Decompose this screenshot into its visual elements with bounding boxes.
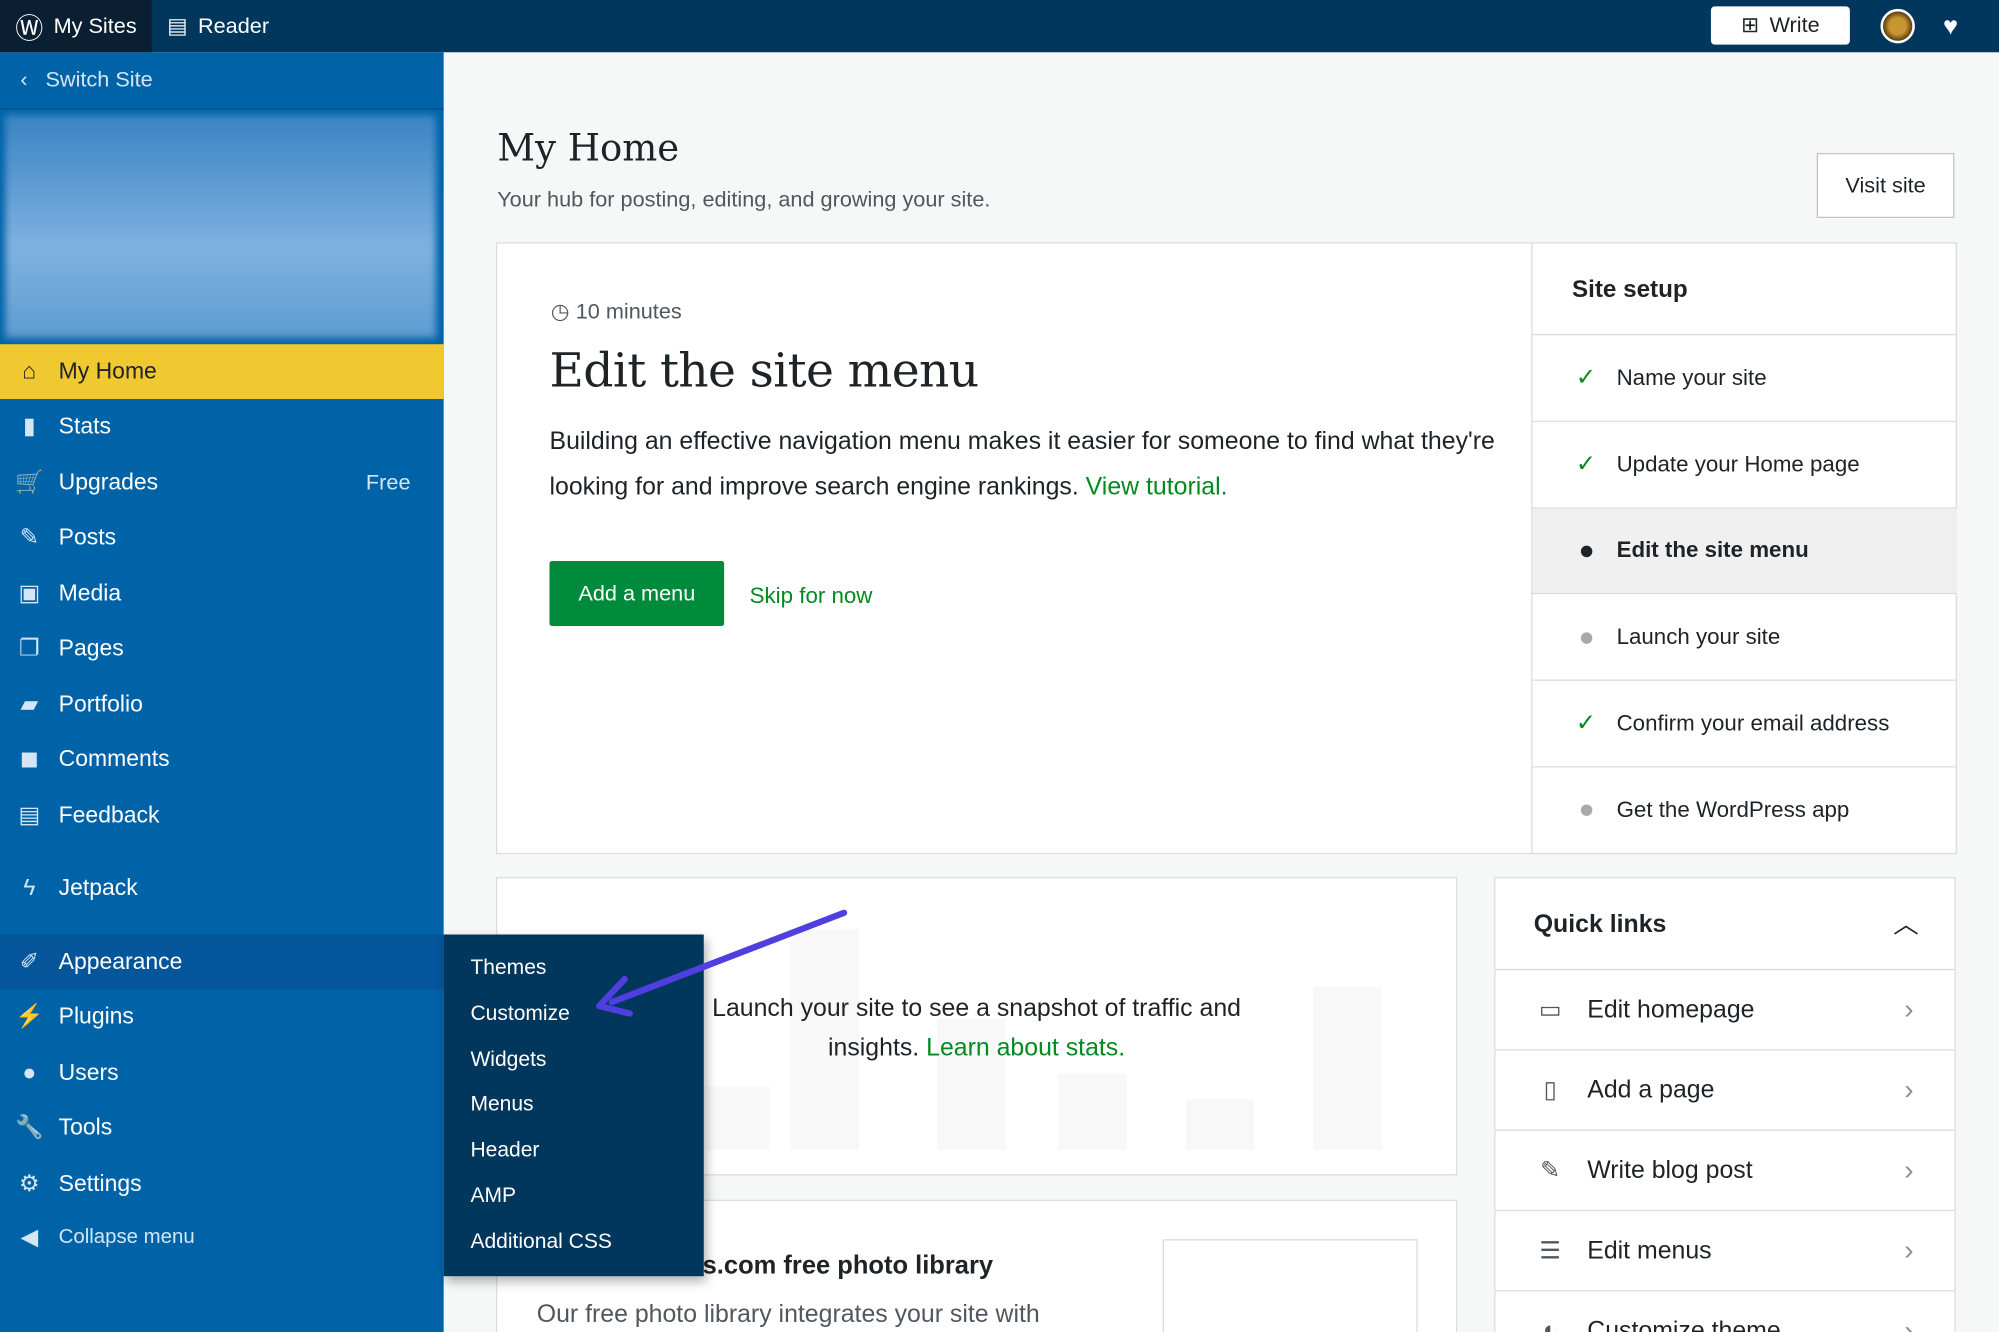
annotation-arrow — [596, 909, 848, 1017]
